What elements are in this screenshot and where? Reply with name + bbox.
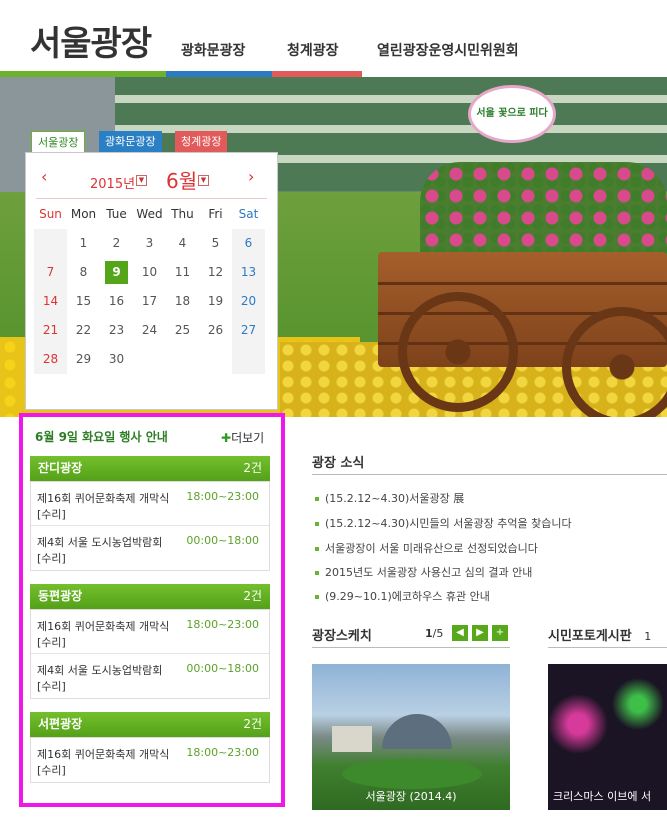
news-item[interactable]: 2015년도 서울광장 사용신고 심의 결과 안내 [315,564,532,580]
calendar-day[interactable]: 26 [199,316,232,345]
calendar-day[interactable]: 20 [232,287,265,316]
calendar-day[interactable]: 11 [166,258,199,287]
photo-thumbnail[interactable]: 크리스마스 이브에 서 [548,664,667,810]
news-item[interactable]: (15.2.12~4.30)시민들의 서울광장 추억을 찾습니다 [315,515,572,531]
weekday-label: Sat [238,207,259,221]
calendar-day[interactable]: 27 [232,316,265,345]
calendar-day[interactable]: 14 [34,287,67,316]
tab-gwanghwamun[interactable]: 광화문광장 [99,131,162,153]
news-divider [312,474,667,475]
calendar-header: ‹ 2015년 ▼ 6월 ▼ › [26,153,277,199]
month-dropdown-icon[interactable]: ▼ [198,175,209,186]
calendar-empty-cell [133,345,166,374]
nav-gwanghwamun[interactable]: 광화문광장 [181,40,245,60]
weekday-label: Thu [171,207,194,221]
calendar-day[interactable]: 2 [100,229,133,258]
photo-caption: 크리스마스 이브에 서 [553,790,652,803]
city-hall-shape [382,714,452,749]
calendar-empty-cell [199,345,232,374]
hero-cart-flowers [420,162,667,262]
pager-total: /5 [432,627,444,640]
tab-seoul-plaza[interactable]: 서울광장 [31,131,86,153]
sketch-caption: 서울광장 (2014.4) [365,790,457,803]
old-hall-shape [332,726,372,752]
calendar-day[interactable]: 7 [34,258,67,287]
cart-wheel-icon [398,292,518,412]
weekday-label: Mon [70,207,97,221]
weekday-label: Fri [208,207,223,221]
site-title[interactable]: 서울광장 [30,16,152,65]
calendar-day[interactable]: 23 [100,316,133,345]
photo-board-title: 시민포토게시판 1 [548,625,651,644]
calendar-day[interactable]: 28 [34,345,67,374]
news-item[interactable]: (9.29~10.1)에코하우스 휴관 안내 [315,588,490,604]
calendar-day[interactable]: 13 [232,258,265,287]
calendar-day[interactable]: 18 [166,287,199,316]
news-item[interactable]: 서울광장이 서울 미래유산으로 선정되었습니다 [315,540,538,556]
calendar-day[interactable]: 25 [166,316,199,345]
calendar-day[interactable]: 3 [133,229,166,258]
plaza-lawn-shape [342,759,482,789]
prev-icon[interactable]: ◀ [452,625,468,641]
calendar-day[interactable]: 6 [232,229,265,258]
calendar-empty-cell [232,345,265,374]
weekday-label: Wed [136,207,163,221]
pager-current: 1 [425,627,433,640]
weekday-label: Sun [39,207,62,221]
weekday-label: Tue [106,207,127,221]
sketch-divider [312,647,510,648]
photo-board-label: 시민포토게시판 [548,629,632,644]
calendar-day[interactable]: 17 [133,287,166,316]
next-icon[interactable]: ▶ [472,625,488,641]
calendar-day[interactable]: 24 [133,316,166,345]
calendar-day[interactable]: 8 [67,258,100,287]
sketch-title: 광장스케치 [312,629,372,644]
calendar-empty-cell [166,345,199,374]
calendar-day[interactable]: 29 [67,345,100,374]
hero-sign: 서울 꽃으로 피다 [468,85,556,143]
calendar-day[interactable]: 10 [133,258,166,287]
calendar-month: 6월 [166,169,198,193]
next-month-icon[interactable]: › [248,167,254,186]
calendar-day[interactable]: 1 [67,229,100,258]
photo-board-page: 1 [644,630,652,643]
event-calendar: ‹ 2015년 ▼ 6월 ▼ › Sun Mon Tue Wed Thu Fri Sat 1 2… [25,152,278,410]
calendar-day[interactable]: 5 [199,229,232,258]
calendar-day[interactable]: 30 [100,345,133,374]
calendar-day[interactable]: 12 [199,258,232,287]
year-dropdown-icon[interactable]: ▼ [136,175,147,186]
calendar-empty-cell [34,229,67,258]
photo-divider [548,647,667,648]
header: 서울광장 광화문광장 청계광장 열린광장운영시민위원회 [0,0,667,72]
nav-cheonggye[interactable]: 청계광장 [287,40,339,60]
news-title: 광장 소식 [312,456,365,471]
calendar-divider [36,198,267,199]
calendar-day[interactable]: 15 [67,287,100,316]
add-icon[interactable]: + [492,625,508,641]
sketch-pager: 1/5 [425,627,443,640]
highlight-frame [19,413,285,807]
calendar-day[interactable]: 9 [105,261,128,284]
news-item[interactable]: (15.2.12~4.30)서울광장 展 [315,490,464,506]
calendar-year: 2015년 [90,177,136,192]
calendar-day[interactable]: 22 [67,316,100,345]
nav-citizen-committee[interactable]: 열린광장운영시민위원회 [377,40,519,60]
sketch-thumbnail[interactable]: 서울광장 (2014.4) [312,664,510,810]
calendar-day[interactable]: 21 [34,316,67,345]
calendar-day[interactable]: 4 [166,229,199,258]
calendar-day[interactable]: 16 [100,287,133,316]
prev-month-icon[interactable]: ‹ [41,167,47,186]
tab-cheonggye[interactable]: 청계광장 [175,131,228,153]
calendar-day[interactable]: 19 [199,287,232,316]
